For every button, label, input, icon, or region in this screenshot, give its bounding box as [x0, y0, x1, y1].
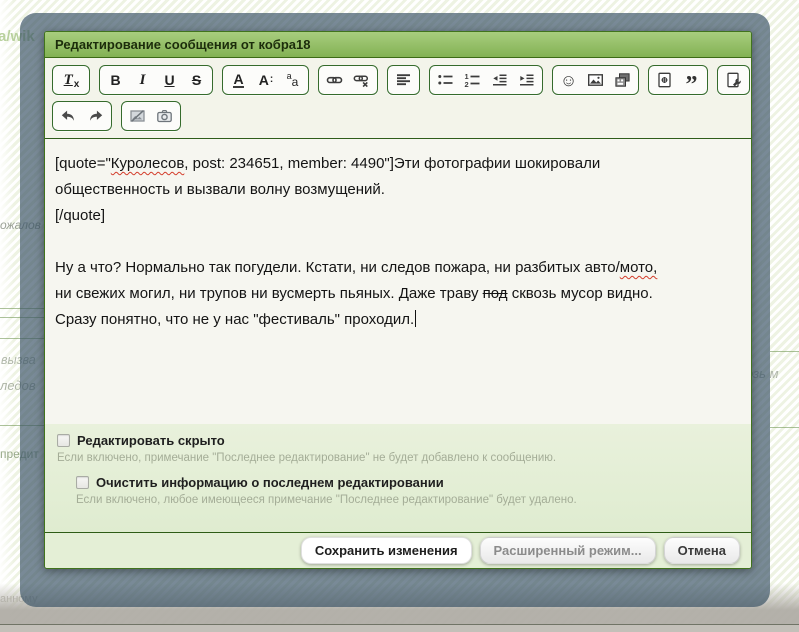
- message-editor[interactable]: [quote="Куролесов, post: 234651, member:…: [45, 139, 751, 424]
- remove-image-button[interactable]: [124, 104, 151, 128]
- font-family-button[interactable]: aa: [279, 68, 306, 92]
- editor-tools-group: [717, 65, 750, 95]
- smiley-icon: ☺: [560, 72, 577, 89]
- cancel-button[interactable]: Отмена: [664, 537, 740, 564]
- background-divider: [770, 351, 799, 352]
- toolbar-row-2: [52, 101, 746, 131]
- font-group: A A: aa: [222, 65, 309, 95]
- quote-icon: ”: [686, 81, 698, 89]
- dialog-title: Редактирование сообщения от кобра18: [45, 32, 751, 58]
- font-size-button[interactable]: A:: [252, 68, 279, 92]
- align-left-icon: [395, 72, 412, 88]
- save-button[interactable]: Сохранить изменения: [301, 537, 472, 564]
- font-size-icon: A: [259, 72, 269, 88]
- film-icon: [614, 72, 631, 88]
- indent-icon: [518, 72, 535, 88]
- insert-link-button[interactable]: [321, 68, 348, 92]
- list-indent-group: 12: [429, 65, 543, 95]
- image-slash-icon: [129, 108, 146, 124]
- unlink-button[interactable]: [348, 68, 375, 92]
- outdent-icon: [491, 72, 508, 88]
- bbcode-editor-button[interactable]: [720, 68, 747, 92]
- bullet-list-icon: [437, 72, 454, 88]
- camera-button[interactable]: [151, 104, 178, 128]
- alignment-group: [387, 65, 420, 95]
- text-color-button[interactable]: A: [225, 68, 252, 92]
- text-color-icon: A: [233, 72, 243, 88]
- page-left-edge: [0, 0, 14, 632]
- advanced-mode-button[interactable]: Расширенный режим...: [480, 537, 656, 564]
- smilies-button[interactable]: ☺: [555, 68, 582, 92]
- link-group: [318, 65, 378, 95]
- bold-icon: B: [110, 72, 120, 88]
- image-icon: [587, 72, 604, 88]
- insert-image-button[interactable]: [582, 68, 609, 92]
- link-icon: [326, 72, 343, 88]
- clear-edit-info-label: Очистить информацию о последнем редактир…: [96, 475, 444, 490]
- italic-button[interactable]: I: [129, 68, 156, 92]
- toolbar-row-1: Tx B I U S A A: aa: [52, 65, 746, 95]
- clear-edit-info-hint: Если включено, любое имеющееся примечани…: [76, 494, 739, 506]
- unlink-icon: [353, 72, 370, 88]
- redo-icon: [87, 108, 104, 124]
- background-divider: [770, 427, 799, 428]
- clear-edit-info-option[interactable]: Очистить информацию о последнем редактир…: [76, 475, 444, 490]
- silent-edit-checkbox[interactable]: [57, 434, 70, 447]
- underline-icon: U: [164, 72, 174, 88]
- silent-edit-hint: Если включено, примечание "Последнее ред…: [57, 452, 739, 464]
- strikethrough-button[interactable]: S: [183, 68, 210, 92]
- numbered-list-icon: 12: [464, 72, 481, 88]
- overlay-frame: Редактирование сообщения от кобра18 Tx B…: [20, 13, 770, 607]
- remove-format-group: Tx: [52, 65, 90, 95]
- svg-text:2: 2: [465, 80, 469, 88]
- editor-toolbar: Tx B I U S A A: aa: [45, 58, 751, 139]
- editor-blank-line: [55, 229, 741, 255]
- dialog-footer: Сохранить изменения Расширенный режим...…: [45, 532, 751, 568]
- edit-options-section: Редактировать скрыто Если включено, прим…: [45, 424, 751, 532]
- strikethrough-icon: S: [192, 72, 201, 88]
- text-alignment-button[interactable]: [390, 68, 417, 92]
- redo-button[interactable]: [82, 104, 109, 128]
- indent-button[interactable]: [513, 68, 540, 92]
- insert-code-button[interactable]: [651, 68, 678, 92]
- camera-icon: [156, 108, 173, 124]
- italic-icon: I: [140, 72, 146, 89]
- undo-icon: [60, 108, 77, 124]
- undo-button[interactable]: [55, 104, 82, 128]
- screen: a/wik ожалов вызва ледов предит озь м ан…: [0, 0, 799, 632]
- editor-paragraph: Ну а что? Нормально так погудели. Кстати…: [55, 255, 741, 333]
- silent-edit-label: Редактировать скрыто: [77, 433, 225, 448]
- attachment-group: [121, 101, 181, 131]
- page-wrench-icon: [725, 72, 742, 88]
- insert-quote-button[interactable]: ”: [678, 68, 705, 92]
- remove-format-button[interactable]: Tx: [55, 68, 87, 92]
- history-group: [52, 101, 112, 131]
- bullet-list-button[interactable]: [432, 68, 459, 92]
- insert-media-button[interactable]: [609, 68, 636, 92]
- code-page-icon: [656, 72, 673, 88]
- page-bottom-strip: [0, 625, 799, 632]
- numbered-list-button[interactable]: 12: [459, 68, 486, 92]
- remove-format-icon: T: [64, 72, 73, 89]
- bold-button[interactable]: B: [102, 68, 129, 92]
- clear-edit-info-checkbox[interactable]: [76, 476, 89, 489]
- edit-message-dialog: Редактирование сообщения от кобра18 Tx B…: [44, 31, 752, 569]
- code-quote-group: ”: [648, 65, 708, 95]
- text-style-group: B I U S: [99, 65, 213, 95]
- outdent-button[interactable]: [486, 68, 513, 92]
- underline-button[interactable]: U: [156, 68, 183, 92]
- media-group: ☺: [552, 65, 639, 95]
- editor-paragraph: [/quote]: [55, 203, 741, 229]
- silent-edit-option[interactable]: Редактировать скрыто: [57, 433, 225, 448]
- editor-paragraph: [quote="Куролесов, post: 234651, member:…: [55, 151, 741, 203]
